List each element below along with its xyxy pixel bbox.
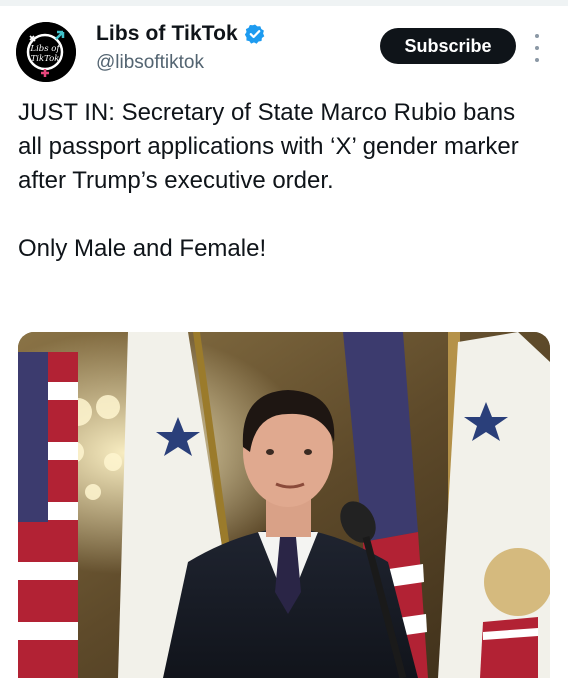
tweet-paragraph-2: Only Male and Female! xyxy=(18,235,267,262)
press-conference-photo xyxy=(18,332,550,678)
avatar[interactable]: Libs of TikTok xyxy=(16,22,76,82)
top-divider xyxy=(0,0,568,6)
display-name[interactable]: Libs of TikTok xyxy=(96,22,238,46)
tweet-header: Libs of TikTok Libs of TikTok @libsoftik… xyxy=(16,20,552,84)
tweet-text: JUST IN: Secretary of State Marco Rubio … xyxy=(18,96,538,266)
avatar-logo: Libs of TikTok xyxy=(16,22,76,82)
avatar-text-line2: TikTok xyxy=(31,54,60,64)
tweet-paragraph-1: JUST IN: Secretary of State Marco Rubio … xyxy=(18,99,519,194)
tweet-media-image[interactable] xyxy=(18,332,550,678)
verified-badge-icon xyxy=(244,23,266,45)
subscribe-button[interactable]: Subscribe xyxy=(380,28,516,64)
handle[interactable]: @libsoftiktok xyxy=(96,52,204,74)
more-vertical-icon[interactable] xyxy=(532,34,542,62)
name-row: Libs of TikTok xyxy=(96,22,266,46)
us-flag-left xyxy=(18,352,78,678)
avatar-text-line1: Libs of xyxy=(29,44,61,54)
